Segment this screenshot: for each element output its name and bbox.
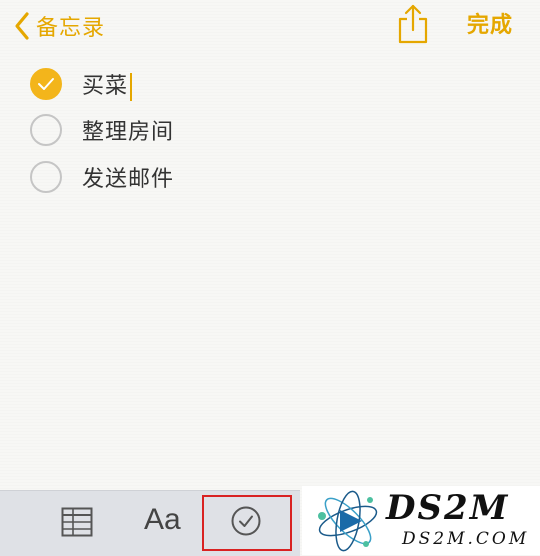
item-label[interactable]: 整理房间: [82, 114, 174, 146]
watermark: DS2M DS2M.COM: [302, 486, 540, 555]
text-cursor: [130, 72, 133, 101]
atom-logo-icon: [318, 490, 378, 552]
watermark-domain: DS2M.COM: [402, 529, 530, 549]
back-button[interactable]: 备忘录: [14, 10, 105, 42]
checklist-item: 发送邮件: [30, 157, 174, 197]
checklist-icon: [231, 506, 261, 536]
checklist-item: 整理房间: [30, 110, 174, 150]
share-button[interactable]: [396, 2, 430, 44]
item-label[interactable]: 买菜: [82, 68, 133, 101]
checkbox-checked[interactable]: [30, 68, 62, 100]
share-icon: [398, 4, 428, 44]
bottom-toolbar: Aa: [0, 490, 300, 556]
watermark-title: DS2M: [386, 488, 510, 528]
checklist-item: 买菜: [30, 64, 133, 104]
item-label[interactable]: 发送邮件: [82, 161, 174, 193]
back-label: 备忘录: [36, 16, 106, 41]
note-page: 备忘录 完成 买菜 整理房间 发送邮件 Aa DS2M DS2M.COM: [0, 0, 540, 556]
chevron-left-icon: [15, 12, 29, 40]
format-button[interactable]: Aa: [144, 503, 181, 537]
checkmark-icon: [38, 78, 54, 90]
checklist-button[interactable]: [230, 505, 262, 541]
table-icon: [61, 507, 93, 537]
checkbox-unchecked[interactable]: [30, 114, 62, 146]
checkbox-unchecked[interactable]: [30, 161, 62, 193]
table-button[interactable]: [61, 507, 93, 541]
done-button[interactable]: 完成: [467, 10, 513, 42]
